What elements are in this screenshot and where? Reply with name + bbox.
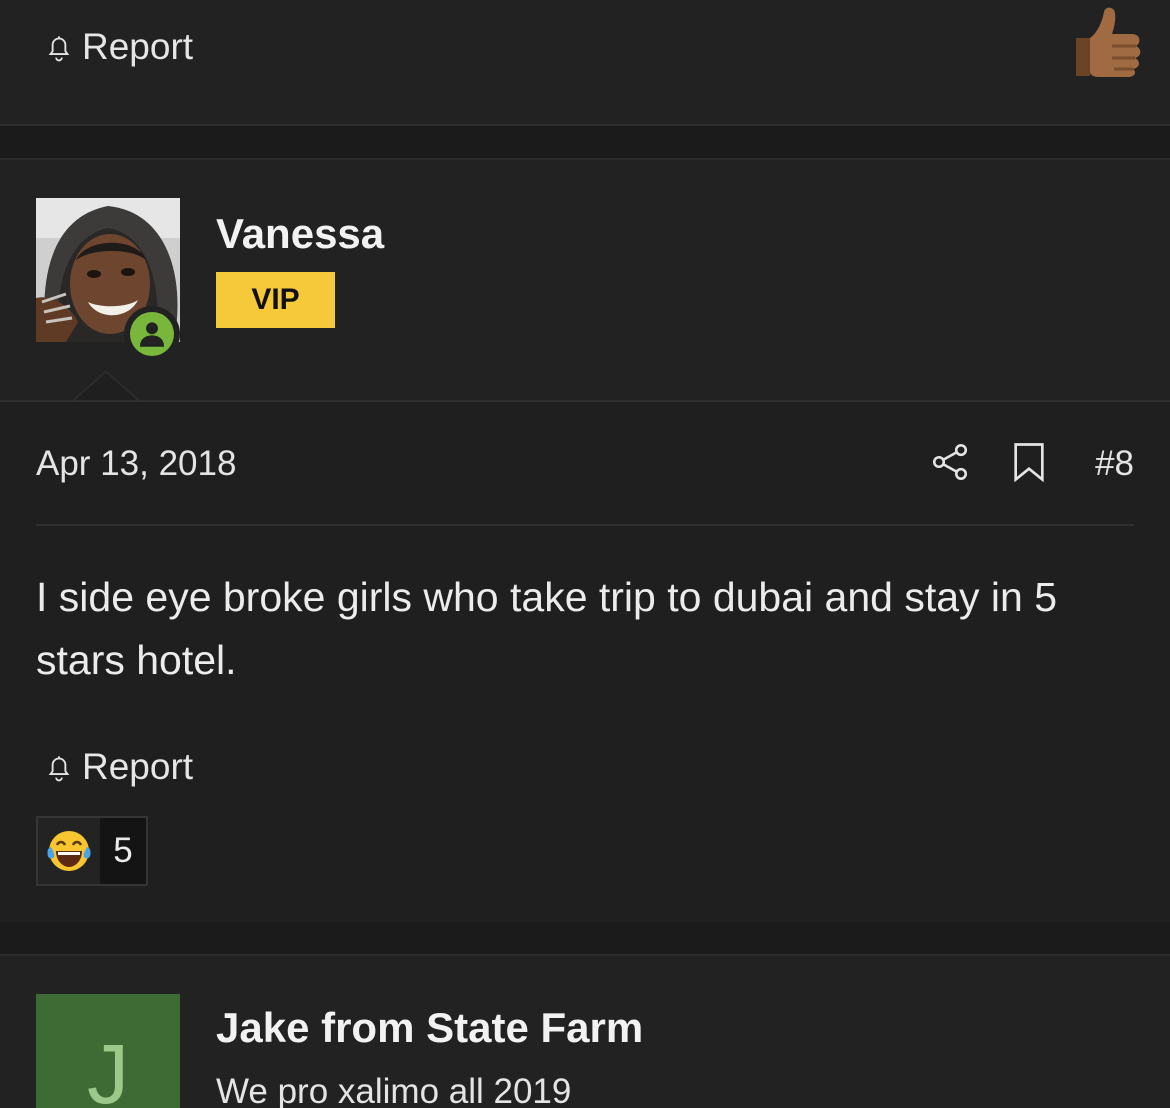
avatar-letter: J bbox=[87, 1027, 129, 1108]
previous-post-footer: Report bbox=[0, 0, 1170, 126]
thread-page: Report Vanessa VIP Apr 13, 2018 #8 I sid… bbox=[0, 0, 1170, 1108]
header-pointer-fill bbox=[72, 373, 140, 403]
bell-icon bbox=[48, 36, 70, 62]
user-icon bbox=[139, 322, 165, 347]
post-message: I side eye broke girls who take trip to … bbox=[36, 574, 1058, 683]
post-date[interactable]: Apr 13, 2018 bbox=[36, 444, 236, 484]
report-link[interactable]: Report bbox=[42, 746, 193, 788]
avatar[interactable]: J bbox=[36, 994, 180, 1108]
report-label: Report bbox=[82, 746, 194, 787]
divider bbox=[0, 400, 1170, 402]
online-status-indicator bbox=[124, 306, 180, 362]
reaction-summary[interactable]: 5 bbox=[36, 816, 148, 886]
reaction-count: 5 bbox=[100, 818, 146, 884]
laughing-tears-emoji-icon bbox=[38, 818, 100, 884]
thumbs-up-icon[interactable] bbox=[1070, 4, 1142, 78]
next-post-card: J Jake from State Farm We pro xalimo all… bbox=[0, 954, 1170, 1108]
post-meta-row: Apr 13, 2018 #8 bbox=[36, 440, 1134, 486]
post-card: Vanessa VIP Apr 13, 2018 #8 I side eye b… bbox=[0, 158, 1170, 922]
report-link[interactable]: Report bbox=[42, 26, 193, 68]
post-author-name[interactable]: Vanessa bbox=[216, 210, 384, 258]
bell-icon bbox=[48, 756, 70, 782]
post-author-name[interactable]: Jake from State Farm bbox=[216, 1004, 643, 1052]
post-user-header: Vanessa VIP bbox=[0, 160, 1170, 402]
divider bbox=[36, 524, 1134, 526]
share-icon[interactable] bbox=[928, 440, 972, 484]
vip-badge: VIP bbox=[216, 272, 335, 328]
post-number-link[interactable]: #8 bbox=[1095, 444, 1134, 484]
bookmark-icon[interactable] bbox=[1012, 442, 1046, 482]
user-title: We pro xalimo all 2019 bbox=[216, 1072, 572, 1108]
report-label: Report bbox=[82, 26, 194, 67]
